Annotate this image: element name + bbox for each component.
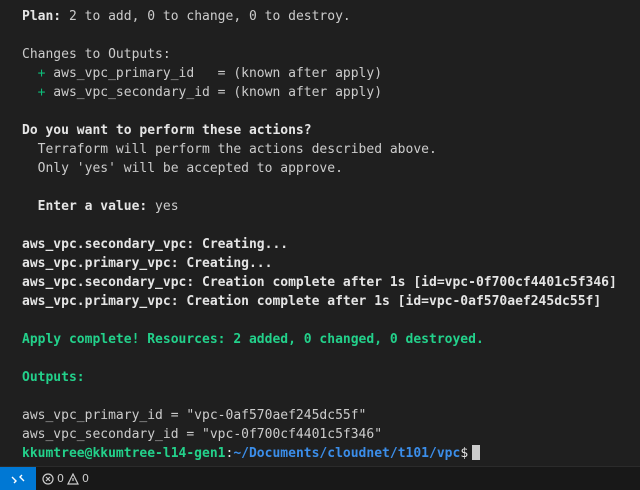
output-change-line: + aws_vpc_secondary_id = (known after ap… <box>22 83 640 102</box>
changes-header: Changes to Outputs: <box>22 47 171 62</box>
plan-label: Plan: <box>22 9 62 24</box>
apply-complete-message: Apply complete! Resources: 2 added, 0 ch… <box>22 332 484 347</box>
outputs-header: Outputs: <box>22 370 85 385</box>
log-line: aws_vpc.primary_vpc: Creating... <box>22 256 273 271</box>
plan-line: Plan: 2 to add, 0 to change, 0 to destro… <box>22 7 640 26</box>
plan-text: 2 to add, 0 to change, 0 to destroy. <box>61 9 351 24</box>
status-bar: 0 0 <box>0 466 640 490</box>
confirm-question: Do you want to perform these actions? <box>22 123 312 138</box>
log-line: aws_vpc.secondary_vpc: Creation complete… <box>22 275 617 290</box>
problems-indicator[interactable]: 0 0 <box>42 472 92 485</box>
terminal-cursor <box>472 445 481 460</box>
log-line: aws_vpc.secondary_vpc: Creating... <box>22 237 289 252</box>
output-value-line: aws_vpc_secondary_id = "vpc-0f700cf4401c… <box>22 427 383 442</box>
output-change-text: aws_vpc_secondary_id = (known after appl… <box>45 85 383 100</box>
remote-button[interactable] <box>0 467 36 490</box>
prompt-user: kkumtree@kkumtree-l14-gen1 <box>22 446 226 461</box>
output-value-line: aws_vpc_primary_id = "vpc-0af570aef245dc… <box>22 408 367 423</box>
remote-icon <box>11 474 25 483</box>
shell-prompt[interactable]: kkumtree@kkumtree-l14-gen1:~/Documents/c… <box>22 444 640 463</box>
info-line: Terraform will perform the actions descr… <box>22 142 437 157</box>
prompt-dollar: $ <box>460 446 469 461</box>
output-change-line: + aws_vpc_primary_id = (known after appl… <box>22 64 640 83</box>
error-count: 0 <box>57 472 64 485</box>
warning-count: 0 <box>82 472 89 485</box>
prompt-path: ~/Documents/cloudnet/t101/vpc <box>233 446 461 461</box>
enter-value-line: Enter a value: yes <box>22 197 640 216</box>
enter-value-input: yes <box>147 199 179 214</box>
output-change-text: aws_vpc_primary_id = (known after apply) <box>45 66 383 81</box>
log-line: aws_vpc.primary_vpc: Creation complete a… <box>22 294 602 309</box>
warning-icon <box>67 472 79 485</box>
error-icon <box>42 472 54 485</box>
info-line: Only 'yes' will be accepted to approve. <box>22 161 343 176</box>
enter-value-label: Enter a value: <box>22 199 148 214</box>
terminal-output[interactable]: Plan: 2 to add, 0 to change, 0 to destro… <box>0 0 640 466</box>
